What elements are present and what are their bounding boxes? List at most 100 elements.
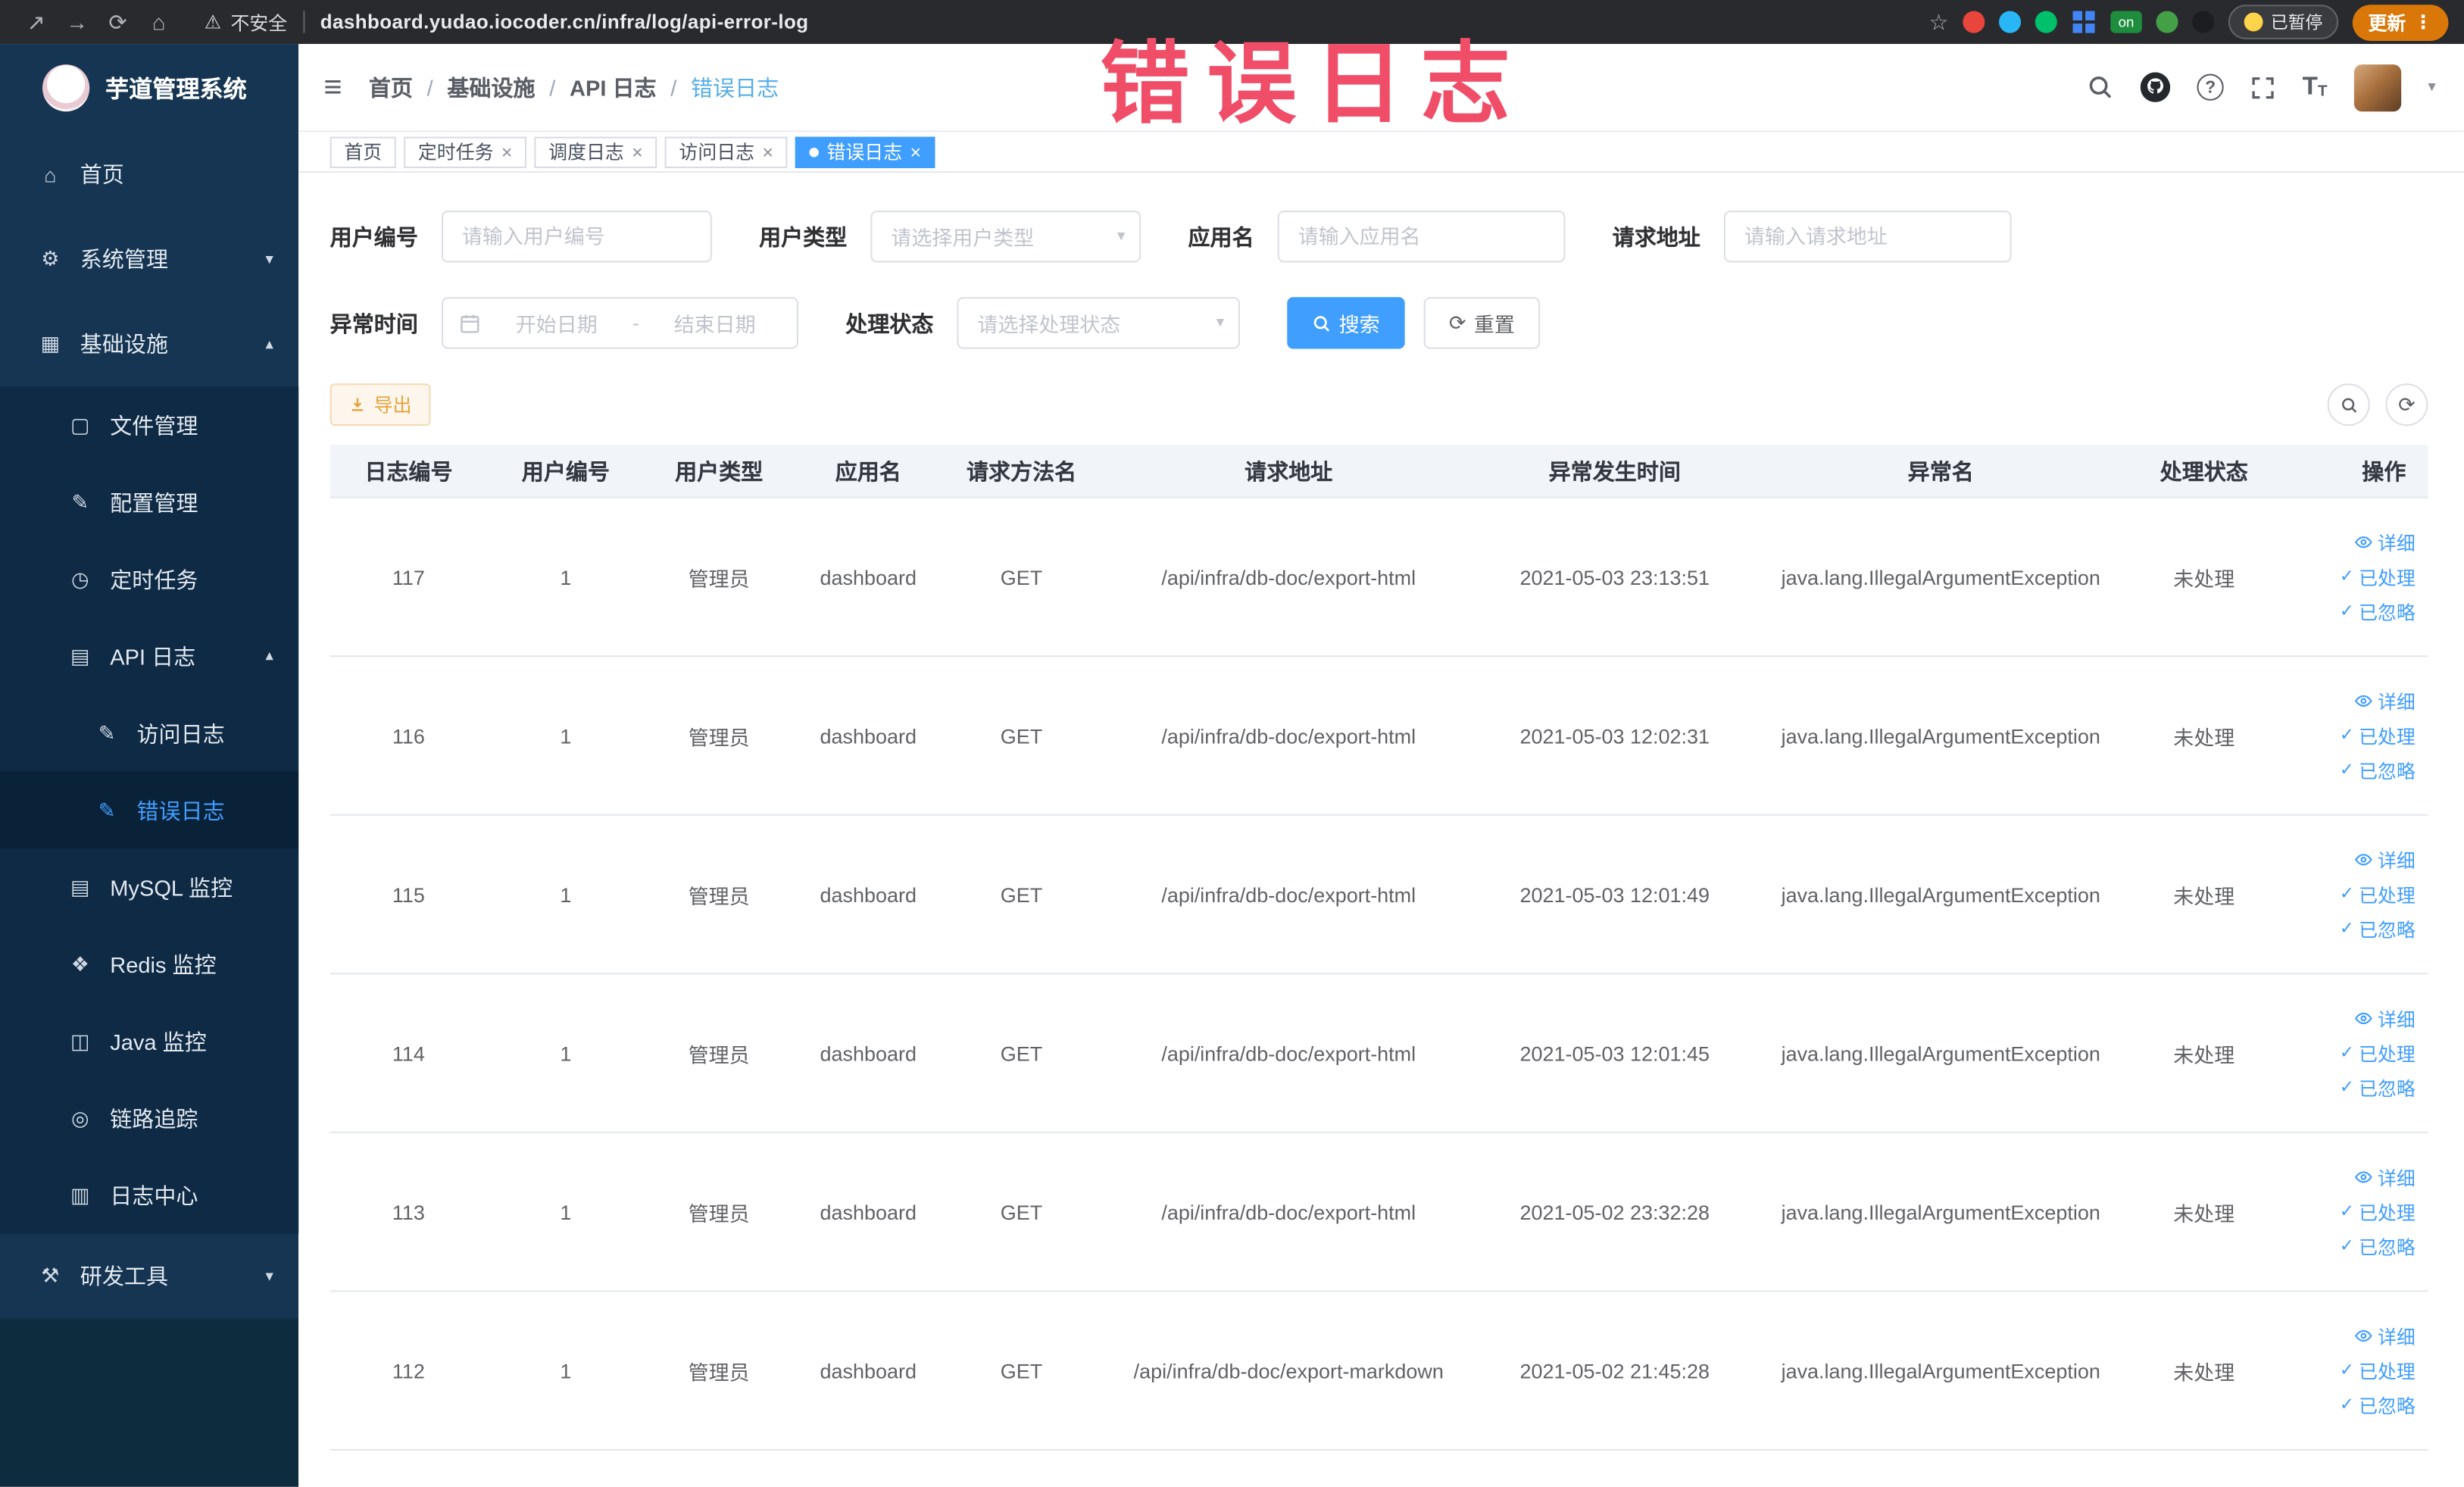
user-type-select[interactable]: 请选择用户类型 ▾ (870, 211, 1141, 263)
mark-ignored-link[interactable]: ✓ 已忽略 (2340, 598, 2416, 624)
close-icon[interactable]: × (762, 142, 773, 161)
detail-link[interactable]: 详细 (2354, 688, 2416, 714)
chevron-down-icon[interactable]: ▾ (2428, 79, 2435, 96)
search-label: 搜索 (1338, 312, 1380, 336)
tab-access-logs[interactable]: 访问日志 × (664, 136, 788, 167)
export-label: 导出 (373, 394, 412, 417)
export-button[interactable]: 导出 (329, 383, 431, 426)
mark-processed-link[interactable]: ✓ 已处理 (2340, 722, 2416, 748)
close-icon[interactable]: × (910, 142, 922, 161)
home-icon[interactable]: ⌂ (139, 9, 180, 34)
mark-ignored-link[interactable]: ✓ 已忽略 (2340, 1233, 2416, 1260)
sidebar-logo[interactable]: 芋道管理系统 (0, 44, 298, 132)
cell-user-type: 管理员 (688, 1042, 750, 1067)
tab-error-logs[interactable]: 错误日志 × (795, 136, 935, 167)
avatar[interactable] (2353, 64, 2402, 111)
mark-processed-link[interactable]: ✓ 已处理 (2340, 1039, 2416, 1066)
sidebar-item-access-logs[interactable]: ✎ 访问日志 (0, 695, 299, 772)
tab-dispatch-logs[interactable]: 调度日志 × (534, 136, 657, 167)
start-date-placeholder: 开始日期 (515, 312, 598, 336)
sidebar-item-infrastructure[interactable]: ▦ 基础设施 ▴ (0, 301, 298, 386)
mark-ignored-link[interactable]: ✓ 已忽略 (2340, 1074, 2416, 1101)
search-button[interactable]: 搜索 (1287, 297, 1405, 349)
paused-extension-badge[interactable]: 已暂停 (2228, 5, 2339, 39)
detail-link[interactable]: 详细 (2354, 1005, 2416, 1032)
request-url-input[interactable] (1723, 211, 2012, 263)
reload-icon[interactable]: ⟳ (98, 8, 139, 35)
extension-icon-green[interactable] (2035, 11, 2057, 33)
date-range-picker[interactable]: 开始日期 - 结束日期 (441, 297, 798, 349)
warning-icon: ⚠ (204, 11, 222, 33)
sidebar-item-system-management[interactable]: ⚙ 系统管理 ▾ (0, 217, 298, 301)
detail-link[interactable]: 详细 (2354, 1323, 2416, 1349)
extension-icon-grid[interactable] (2071, 9, 2096, 34)
bookmark-star-icon[interactable]: ☆ (1929, 8, 1949, 35)
close-icon[interactable]: × (632, 142, 643, 161)
detail-link[interactable]: 详细 (2354, 846, 2416, 873)
sidebar-item-api-logs[interactable]: ▤ API 日志 ▴ (0, 617, 299, 695)
extension-icon-on-badge[interactable]: on (2110, 11, 2142, 33)
security-chip[interactable]: ⚠ 不安全 (205, 8, 288, 35)
mark-processed-link[interactable]: ✓ 已处理 (2340, 1198, 2416, 1225)
sidebar-item-link-tracing[interactable]: ◎ 链路追踪 (0, 1079, 299, 1157)
chrome-update-button[interactable]: 更新 ⋮ (2352, 4, 2449, 40)
cell-exception-time: 2021-05-02 21:45:28 (1519, 1358, 1710, 1382)
refresh-button[interactable]: ⟳ (2385, 383, 2428, 426)
col-app-name: 应用名 (835, 458, 901, 483)
sidebar-item-error-logs[interactable]: ✎ 错误日志 (0, 771, 299, 849)
tab-home[interactable]: 首页 (329, 136, 396, 167)
logo-title: 芋道管理系统 (105, 76, 247, 103)
mark-ignored-link[interactable]: ✓ 已忽略 (2340, 916, 2416, 942)
extension-icon-red[interactable] (1963, 11, 1985, 33)
search-toggle-button[interactable] (2327, 383, 2370, 426)
app-name-label: 应用名 (1188, 223, 1254, 249)
fullscreen-icon[interactable] (2250, 75, 2275, 100)
search-icon[interactable] (2087, 74, 2113, 101)
mark-processed-link[interactable]: ✓ 已处理 (2340, 564, 2416, 590)
mark-processed-link[interactable]: ✓ 已处理 (2340, 1357, 2416, 1384)
cell-log-id: 115 (392, 882, 425, 907)
sidebar-item-java-monitor[interactable]: ◫ Java 监控 (0, 1002, 299, 1080)
cell-exception-time: 2021-05-02 23:32:28 (1519, 1200, 1710, 1224)
filter-exception-time: 异常时间 开始日期 - 结束日期 (330, 297, 798, 349)
tab-scheduled-tasks[interactable]: 定时任务 × (404, 136, 527, 167)
forward-icon[interactable]: → (57, 9, 98, 34)
mark-ignored-link[interactable]: ✓ 已忽略 (2340, 1392, 2416, 1418)
sidebar-item-log-center[interactable]: ▥ 日志中心 (0, 1156, 299, 1234)
detail-link[interactable]: 详细 (2354, 529, 2416, 555)
check-icon: ✓ (2339, 1395, 2354, 1414)
cell-log-id: 114 (392, 1041, 425, 1065)
sidebar-toggle-icon[interactable]: ≡ (323, 71, 342, 102)
extension-icon-blue-drop[interactable] (1998, 11, 2022, 33)
cell-exception-name: java.lang.IllegalArgumentException (1781, 1041, 2100, 1065)
sidebar-item-home[interactable]: ⌂ 首页 (0, 132, 298, 217)
help-icon[interactable]: ? (2197, 73, 2224, 101)
breadcrumb-home[interactable]: 首页 (369, 71, 413, 102)
share-icon[interactable]: ↗ (16, 8, 57, 35)
github-icon[interactable] (2140, 72, 2171, 102)
col-method: 请求方法名 (966, 458, 1077, 483)
mark-processed-link[interactable]: ✓ 已处理 (2340, 881, 2416, 908)
sidebar-item-dev-tools[interactable]: ⚒ 研发工具 ▾ (0, 1234, 298, 1319)
close-icon[interactable]: × (501, 142, 513, 161)
url-bar[interactable]: dashboard.yudao.iocoder.cn/infra/log/api… (320, 11, 809, 33)
breadcrumb-infrastructure[interactable]: 基础设施 (447, 71, 535, 102)
check-icon: ✓ (2339, 918, 2354, 938)
detail-link[interactable]: 详细 (2354, 1164, 2416, 1190)
cell-user-id: 1 (560, 1200, 572, 1224)
app-name-input[interactable] (1277, 211, 1566, 263)
breadcrumb-api-logs[interactable]: API 日志 (570, 71, 657, 102)
reset-button[interactable]: ⟳ 重置 (1423, 297, 1541, 349)
sidebar-item-redis-monitor[interactable]: ❖ Redis 监控 (0, 925, 299, 1003)
sidebar-item-file-management[interactable]: ▢ 文件管理 (0, 386, 299, 464)
sidebar-item-mysql-monitor[interactable]: ▤ MySQL 监控 (0, 848, 299, 926)
user-id-input[interactable] (441, 211, 712, 263)
extension-icon-leaf[interactable] (2156, 11, 2178, 33)
sidebar-item-config-management[interactable]: ✎ 配置管理 (0, 464, 299, 541)
font-size-icon[interactable]: TT (2303, 74, 2328, 100)
active-dot (809, 146, 820, 157)
extension-icon-paw[interactable] (2192, 11, 2215, 33)
sidebar-item-scheduled-tasks[interactable]: ◷ 定时任务 (0, 540, 299, 618)
process-status-select[interactable]: 请选择处理状态 ▾ (957, 297, 1240, 349)
mark-ignored-link[interactable]: ✓ 已忽略 (2340, 757, 2416, 783)
